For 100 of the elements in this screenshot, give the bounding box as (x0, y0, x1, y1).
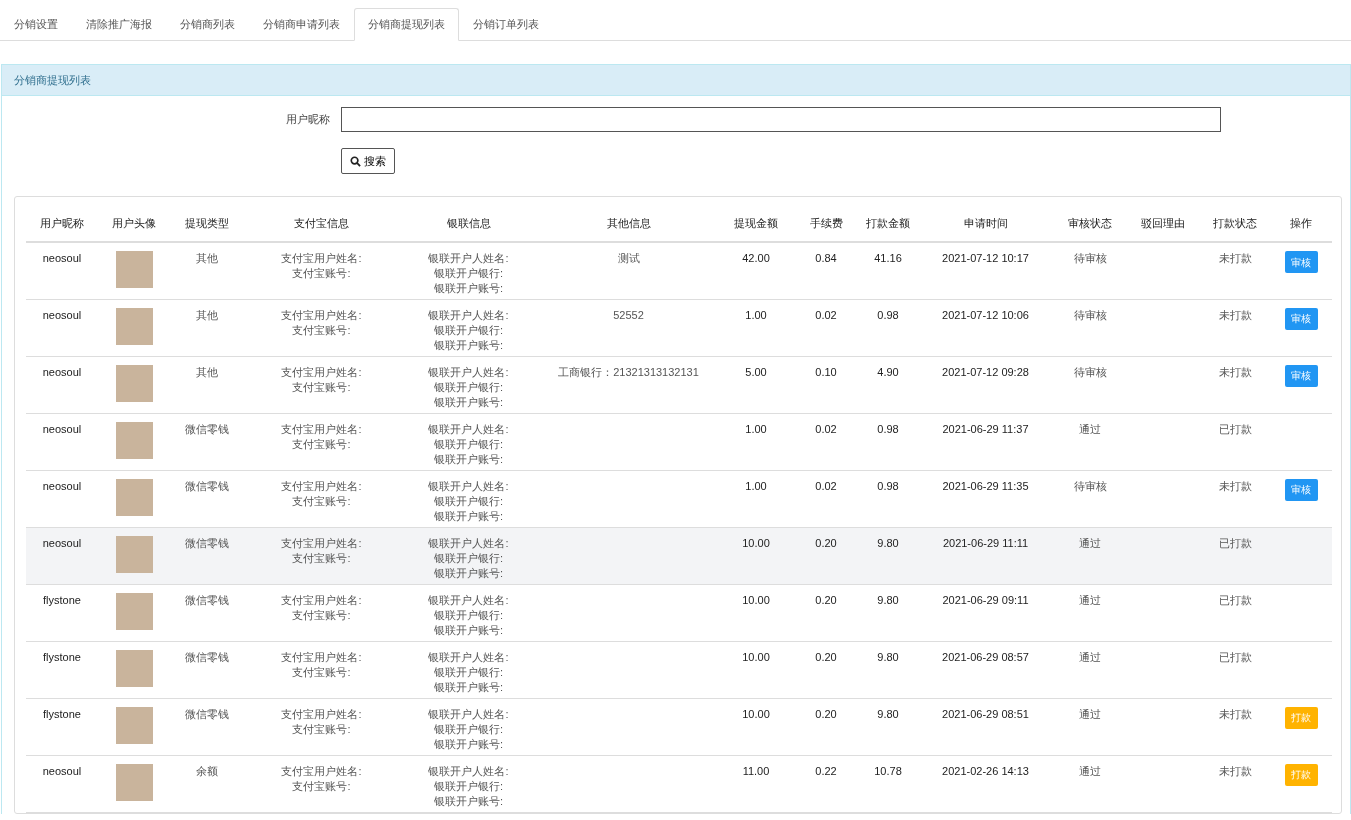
time-text: 2021-06-29 11:37 (942, 422, 1029, 435)
payment-status-text: 未打款 (1218, 707, 1252, 720)
alipay-info-text: 支付宝用户姓名: (280, 706, 363, 722)
alipay-info-text: 支付宝用户姓名: (280, 251, 363, 266)
column-header: 用户昵称 (26, 206, 98, 242)
column-header: 银联信息 (399, 206, 538, 242)
bank-info-text: 银联开户银行: (432, 664, 505, 680)
nav-tab[interactable]: 分销商申请列表 (249, 8, 354, 41)
fee-text: 0.02 (815, 422, 837, 435)
search-icon (350, 155, 361, 167)
bank-info-text: 银联开户银行: (432, 778, 505, 794)
search-button[interactable]: 搜索 (341, 148, 395, 174)
nickname-input-field[interactable] (341, 107, 1221, 132)
amount-text: 10.00 (742, 536, 770, 549)
bank-info-text: 银联开户账号: (432, 736, 505, 752)
bank-info-text: 银联开户账号: (432, 793, 505, 809)
bank-info-text: 银联开户账号: (432, 281, 505, 296)
alipay-info-text: 支付宝账号: (291, 379, 352, 395)
nickname-text: neosoul (42, 365, 82, 378)
payment-status-text: 未打款 (1218, 764, 1252, 777)
nav-tab[interactable]: 分销设置 (0, 8, 72, 41)
other-info-text: 工商银行：21321313132131 (558, 365, 699, 378)
paid-amount-text: 10.78 (874, 764, 902, 777)
amount-text: 11.00 (742, 764, 770, 777)
bank-info-text: 银联开户人姓名: (427, 649, 510, 665)
column-header: 驳回理由 (1126, 206, 1200, 242)
bank-info-text: 银联开户账号: (432, 679, 505, 695)
withdraw-type-text: 微信零钱 (185, 650, 229, 663)
time-text: 2021-02-26 14:13 (942, 764, 1029, 777)
alipay-info-text: 支付宝账号: (291, 778, 352, 794)
other-info-text: 52552 (613, 308, 644, 321)
bank-info-text: 银联开户人姓名: (427, 421, 510, 437)
bank-info-text: 银联开户账号: (432, 622, 505, 638)
fee-text: 0.22 (815, 764, 837, 777)
alipay-info-text: 支付宝用户姓名: (280, 364, 363, 380)
alipay-info-text: 支付宝用户姓名: (280, 592, 363, 608)
payment-status-text: 未打款 (1218, 365, 1252, 378)
nav-tab[interactable]: 清除推广海报 (72, 8, 166, 41)
bank-info-text: 银联开户账号: (432, 565, 505, 581)
field-label: 用户昵称 (285, 112, 331, 127)
bank-info-text: 银联开户银行: (432, 266, 505, 281)
nickname-text: neosoul (42, 308, 82, 321)
nickname-text: flystone (43, 650, 81, 663)
bank-info-text: 银联开户银行: (432, 436, 505, 452)
avatar-photo-placeholder (115, 421, 153, 459)
bank-info-text: 银联开户银行: (432, 322, 505, 338)
nav-tab[interactable]: 分销商提现列表 (354, 8, 459, 41)
alipay-info-text: 支付宝账号: (291, 436, 352, 452)
withdraw-type-text: 微信零钱 (185, 479, 229, 492)
amount-text: 1.00 (745, 422, 767, 435)
payment-status-text: 已打款 (1218, 593, 1252, 606)
withdraw-type-text: 微信零钱 (185, 536, 229, 549)
nickname-text: flystone (43, 593, 81, 606)
time-text: 2021-06-29 08:57 (942, 650, 1029, 663)
fee-text: 0.10 (815, 365, 837, 378)
nickname-text: neosoul (42, 422, 82, 435)
withdraw-type-text: 微信零钱 (185, 593, 229, 606)
avatar-photo-placeholder (115, 592, 153, 630)
alipay-info-text: 支付宝账号: (291, 664, 352, 680)
bank-info-text: 银联开户银行: (432, 493, 505, 509)
nav-tab[interactable]: 分销商列表 (166, 8, 249, 41)
fee-text: 0.84 (815, 252, 837, 264)
review-status-text: 通过 (1079, 764, 1101, 777)
column-header: 操作 (1270, 206, 1332, 242)
bank-info-text: 银联开户人姓名: (427, 478, 510, 494)
fee-text: 0.20 (815, 536, 837, 549)
paid-amount-text: 4.90 (877, 365, 899, 378)
review-status-text: 待审核 (1073, 252, 1107, 264)
review-status-text: 通过 (1079, 593, 1101, 606)
bank-info-text: 银联开户人姓名: (427, 763, 510, 779)
bank-info-text: 银联开户人姓名: (427, 364, 510, 380)
bank-info-text: 银联开户人姓名: (427, 535, 510, 551)
nav-tab[interactable]: 分销订单列表 (459, 8, 553, 41)
bank-info-text: 银联开户账号: (432, 451, 505, 467)
alipay-info-text: 支付宝用户姓名: (280, 763, 363, 779)
bank-info-text: 银联开户人姓名: (427, 592, 510, 608)
amount-text: 10.00 (742, 593, 770, 606)
avatar-photo-placeholder (115, 649, 153, 687)
review-status-text: 通过 (1079, 707, 1101, 720)
nickname-text: neosoul (42, 764, 82, 777)
fee-text: 0.20 (815, 650, 837, 663)
review-status-text: 通过 (1079, 650, 1101, 663)
column-header: 提现类型 (170, 206, 244, 242)
paid-amount-text: 0.98 (877, 308, 899, 321)
amount-text: 1.00 (745, 479, 767, 492)
amount-text: 5.00 (745, 365, 767, 378)
paid-amount-text: 0.98 (877, 479, 899, 492)
paid-amount-text: 0.98 (877, 422, 899, 435)
nickname-text: flystone (43, 707, 81, 720)
other-info-text: 测试 (617, 252, 640, 264)
bank-info-text: 银联开户人姓名: (427, 307, 510, 323)
alipay-info-text: 支付宝账号: (291, 322, 352, 338)
fee-text: 0.02 (815, 479, 837, 492)
fee-text: 0.20 (815, 593, 837, 606)
payment-status-text: 未打款 (1218, 479, 1252, 492)
time-text: 2021-07-12 09:28 (942, 365, 1029, 378)
avatar-photo-placeholder (115, 307, 153, 345)
amount-text: 1.00 (745, 308, 767, 321)
withdraw-type-text: 其他 (196, 365, 218, 378)
withdraw-type-text: 余额 (196, 764, 218, 777)
